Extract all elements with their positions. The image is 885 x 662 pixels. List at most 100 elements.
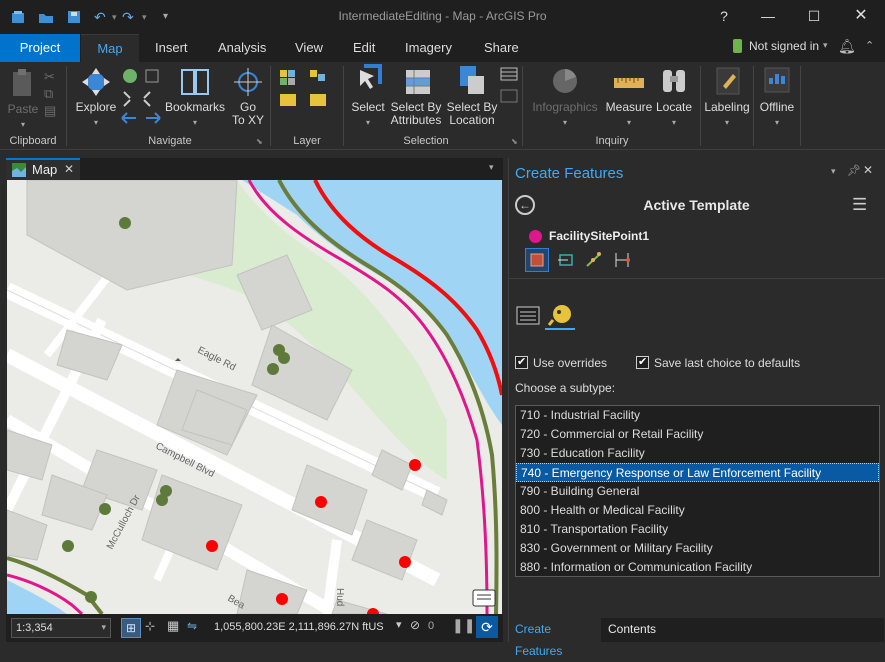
goto-xy-button[interactable]: Go To XY	[228, 66, 268, 127]
signin-status[interactable]: Not signed in	[749, 39, 819, 53]
grid-snapping-icon[interactable]: ⊹	[145, 619, 155, 633]
cut-copy-icons: ✂ ⧉ ▤	[44, 69, 57, 118]
offline-button[interactable]: Offline ▾	[756, 64, 798, 129]
street-label-hud: Hud	[334, 588, 345, 606]
paste-icon	[13, 69, 31, 96]
paste-button[interactable]: Paste ▾	[5, 68, 41, 131]
point-tool-icon	[530, 253, 544, 267]
select-by-attributes-icon	[406, 70, 430, 94]
collapse-ribbon-icon[interactable]: ⌃	[865, 39, 874, 52]
map-tab-dropdown-icon[interactable]: ▾	[489, 162, 494, 173]
pane-title: Create Features	[515, 165, 624, 182]
subtype-list[interactable]: 710 - Industrial Facility 720 - Commerci…	[515, 405, 880, 577]
pause-drawing-icon[interactable]: ❚❚	[452, 617, 475, 634]
tab-contents[interactable]: Contents	[608, 618, 656, 642]
close-button[interactable]: ✕	[851, 6, 871, 26]
pane-menu-icon[interactable]: ▾	[831, 166, 836, 177]
tools-options-tab-button[interactable]	[545, 302, 575, 330]
coordinate-dropdown-icon[interactable]: ▾	[396, 618, 402, 631]
map-icon	[12, 163, 26, 177]
distance-direction-tool-button[interactable]	[613, 251, 631, 269]
pane-close-icon[interactable]: ✕	[863, 163, 873, 177]
fixed-zoom-icon[interactable]: ⊞	[121, 618, 141, 638]
save-last-choice-label: Save last choice to defaults	[654, 356, 801, 370]
create-features-pane: Create Features ▾ 📌︎ ✕ ← Active Template…	[508, 158, 884, 658]
hamburger-menu-icon[interactable]: ☰	[852, 195, 867, 215]
use-overrides-checkbox[interactable]	[515, 355, 528, 369]
map-tab-label: Map	[32, 162, 58, 177]
attributes-tab-icon	[516, 306, 540, 325]
signin-status-icon	[733, 39, 742, 53]
list-item[interactable]: 790 - Building General	[516, 482, 879, 501]
selection-launcher-icon[interactable]: ⬊	[511, 137, 518, 146]
list-item[interactable]: 830 - Government or Military Facility	[516, 539, 879, 558]
template-symbol-icon	[529, 230, 542, 243]
list-item[interactable]: 810 - Transportation Facility	[516, 520, 879, 539]
point-tool-button[interactable]	[525, 248, 549, 272]
signin-dropdown-icon[interactable]: ▾	[823, 40, 828, 51]
tab-edit[interactable]: Edit	[353, 40, 375, 55]
map-pane: Map ✕ ▾ Eagle Rd Campbell Blvd McCulloch…	[6, 158, 503, 642]
distance-direction-icon	[615, 253, 630, 267]
tab-view[interactable]: View	[295, 40, 323, 55]
navigate-launcher-icon[interactable]: ⬊	[256, 137, 263, 146]
list-item[interactable]: 730 - Education Facility	[516, 444, 879, 463]
tab-map[interactable]: Map	[81, 34, 139, 62]
template-name: FacilitySitePoint1	[549, 229, 650, 243]
help-button[interactable]: ?	[714, 6, 734, 26]
select-by-attributes-button[interactable]: Select By Attributes	[388, 64, 444, 127]
tab-create-features[interactable]: Create Features	[509, 618, 601, 658]
tab-analysis[interactable]: Analysis	[218, 40, 266, 55]
locate-button[interactable]: Locate ▾	[654, 64, 694, 129]
group-navigate: Navigate	[148, 135, 192, 147]
list-item[interactable]: 800 - Health or Medical Facility	[516, 501, 879, 520]
tab-insert[interactable]: Insert	[155, 40, 188, 55]
maximize-button[interactable]: ☐	[804, 6, 824, 26]
list-item[interactable]: 710 - Industrial Facility	[516, 406, 879, 425]
list-item[interactable]: 880 - Information or Communication Facil…	[516, 558, 879, 577]
explore-button[interactable]: Explore ▾	[74, 66, 118, 129]
map-status-bar: 1:3,354 ▾ ⊞ ⊹ ▦ ⇋ 1,055,800.23E 2,111,89…	[6, 614, 503, 642]
selected-features-count: 0	[428, 620, 435, 632]
navigate-small-tools[interactable]	[120, 66, 164, 126]
coordinate-readout: 1,055,800.23E 2,111,896.27N ftUS	[214, 621, 384, 633]
minimize-button[interactable]: —	[758, 6, 778, 26]
ribbon-tabs: Project Map Insert Analysis View Edit Im…	[0, 34, 885, 62]
labeling-button[interactable]: Labeling ▾	[703, 64, 751, 129]
point-along-line-tool-button[interactable]	[585, 251, 603, 269]
scale-selector[interactable]: 1:3,354 ▾	[11, 618, 111, 638]
group-clipboard: Clipboard	[9, 135, 57, 147]
locate-icon	[663, 70, 685, 92]
list-item-selected[interactable]: 740 - Emergency Response or Law Enforcem…	[516, 463, 879, 482]
selection-small-tools[interactable]	[500, 66, 518, 126]
group-selection: Selection	[403, 135, 449, 147]
infographics-button[interactable]: Infographics ▾	[528, 64, 602, 129]
tab-imagery[interactable]: Imagery	[405, 40, 452, 55]
pin-icon[interactable]: 📌︎	[847, 164, 861, 177]
measure-icon	[614, 78, 644, 88]
map-tab-close-icon[interactable]: ✕	[64, 162, 74, 176]
select-by-location-icon	[460, 66, 484, 94]
tab-share[interactable]: Share	[484, 40, 519, 55]
infographics-icon	[553, 69, 577, 93]
tab-project[interactable]: Project	[0, 34, 80, 62]
choose-subtype-label: Choose a subtype:	[515, 381, 616, 395]
point-along-line-icon	[586, 252, 601, 267]
bookmarks-icon	[181, 69, 209, 95]
save-last-choice-checkbox[interactable]	[636, 355, 649, 369]
refresh-icon[interactable]: ⟳	[476, 616, 498, 638]
bookmarks-button[interactable]: Bookmarks ▾	[164, 66, 226, 129]
attributes-tab-button[interactable]	[515, 304, 541, 328]
list-item[interactable]: 720 - Commercial or Retail Facility	[516, 425, 879, 444]
measure-button[interactable]: Measure ▾	[604, 64, 654, 129]
map-view-tab[interactable]: Map ✕	[6, 158, 80, 180]
map-canvas[interactable]: Eagle Rd Campbell Blvd McCulloch Dr Hud …	[7, 180, 502, 614]
navigation-direction-icon[interactable]: ⇋	[187, 619, 197, 633]
table-icon[interactable]: ▦	[167, 618, 179, 634]
select-button[interactable]: Select ▾	[348, 64, 388, 129]
layer-tools[interactable]	[278, 66, 338, 126]
point-at-end-tool-button[interactable]	[557, 251, 575, 269]
scale-dropdown-icon[interactable]: ▾	[101, 622, 106, 633]
notification-bell-icon[interactable]: 🔔︎	[838, 38, 856, 55]
select-by-location-button[interactable]: Select By Location	[446, 64, 498, 127]
